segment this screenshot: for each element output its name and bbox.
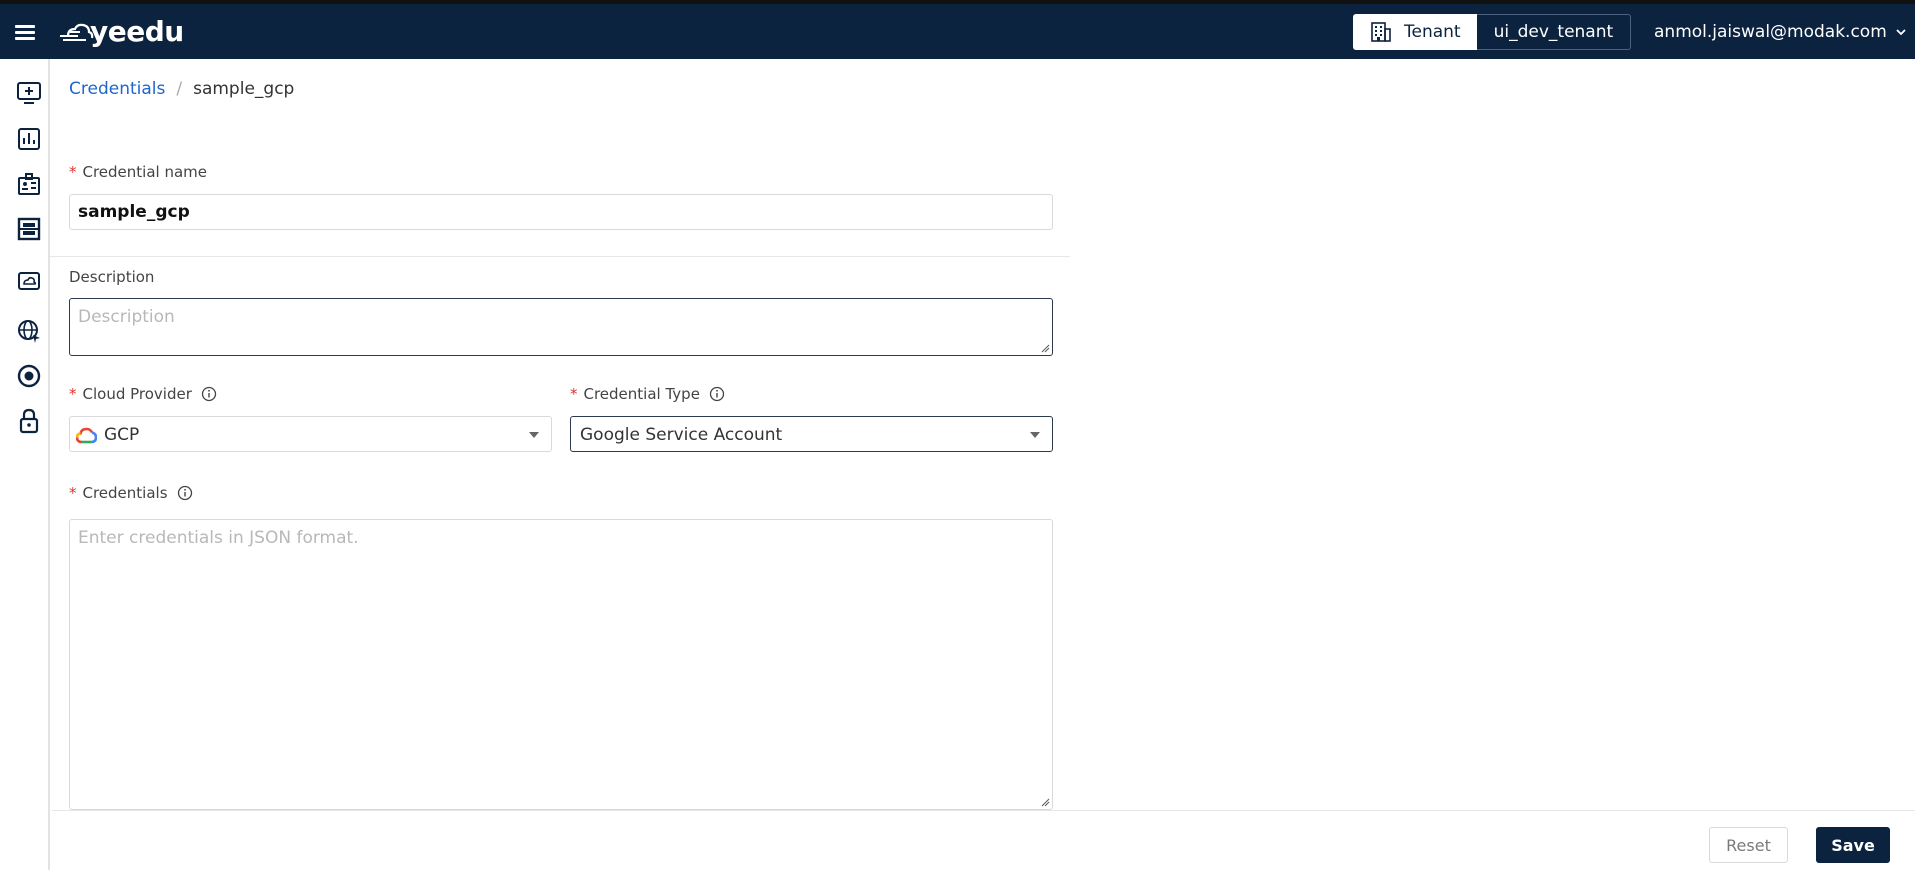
- credential-type-value: Google Service Account: [580, 425, 783, 445]
- credentials-placeholder: Enter credentials in JSON format.: [78, 528, 359, 548]
- network-icon[interactable]: [16, 318, 42, 344]
- reset-button[interactable]: Reset: [1709, 827, 1788, 863]
- breadcrumb: Credentials / sample_gcp: [69, 79, 294, 99]
- credential-type-label-text: Credential Type: [583, 385, 700, 403]
- credential-type-label: * Credential Type: [570, 385, 725, 403]
- dashboard-chart-icon[interactable]: [16, 126, 42, 152]
- cloud-provider-value: GCP: [104, 425, 140, 445]
- target-icon[interactable]: [16, 363, 42, 389]
- clusters-icon[interactable]: [16, 171, 42, 197]
- building-icon: [1371, 22, 1391, 42]
- info-icon[interactable]: [709, 386, 725, 402]
- save-button[interactable]: Save: [1816, 827, 1890, 863]
- cloud-provider-select[interactable]: GCP: [69, 416, 552, 452]
- gcp-logo-icon: [76, 427, 97, 444]
- credentials-label-text: Credentials: [82, 484, 168, 502]
- description-label-text: Description: [69, 268, 155, 286]
- sidebar: [0, 59, 50, 870]
- tenant-label: Tenant: [1404, 22, 1461, 42]
- credential-name-label: * Credential name: [69, 163, 207, 181]
- storage-icon[interactable]: [16, 216, 42, 242]
- caret-down-icon: [529, 432, 539, 438]
- description-placeholder: Description: [78, 307, 175, 327]
- yeedu-logo[interactable]: yeedu: [58, 14, 184, 48]
- resize-handle-icon[interactable]: [1040, 797, 1050, 807]
- credential-type-select[interactable]: Google Service Account: [570, 416, 1053, 452]
- tenant-value[interactable]: ui_dev_tenant: [1476, 14, 1632, 50]
- credentials-textarea[interactable]: Enter credentials in JSON format.: [69, 519, 1053, 810]
- breadcrumb-credentials-link[interactable]: Credentials: [69, 79, 165, 99]
- required-marker: *: [69, 163, 77, 181]
- chevron-down-icon: [1896, 29, 1906, 36]
- description-textarea[interactable]: Description: [69, 298, 1053, 356]
- user-menu[interactable]: anmol.jaiswal@modak.com: [1654, 14, 1907, 50]
- cloud-environment-icon[interactable]: [16, 268, 42, 294]
- user-email: anmol.jaiswal@modak.com: [1654, 22, 1887, 42]
- required-marker: *: [570, 385, 578, 403]
- create-workspace-icon[interactable]: [16, 80, 42, 106]
- menu-icon[interactable]: [14, 20, 38, 44]
- credentials-label: * Credentials: [69, 484, 193, 502]
- main-content: Credentials / sample_gcp * Credential na…: [50, 59, 1915, 870]
- resize-handle-icon[interactable]: [1040, 343, 1050, 353]
- lock-icon[interactable]: [16, 408, 42, 434]
- info-icon[interactable]: [201, 386, 217, 402]
- cloud-provider-label-text: Cloud Provider: [82, 385, 192, 403]
- cloud-provider-label: * Cloud Provider: [69, 385, 217, 403]
- credential-name-value: sample_gcp: [78, 202, 190, 222]
- credential-name-label-text: Credential name: [82, 163, 208, 181]
- credential-name-input[interactable]: sample_gcp: [69, 194, 1053, 230]
- form-footer: Reset Save: [52, 810, 1915, 870]
- top-navigation-bar: yeedu Tenant ui_dev_tenant anmol.jaiswal…: [0, 0, 1915, 59]
- tenant-button[interactable]: Tenant: [1353, 14, 1477, 50]
- logo-text: yeedu: [90, 14, 184, 48]
- required-marker: *: [69, 484, 77, 502]
- breadcrumb-current: sample_gcp: [193, 79, 295, 99]
- caret-down-icon: [1030, 432, 1040, 438]
- required-marker: *: [69, 385, 77, 403]
- tenant-selector[interactable]: Tenant ui_dev_tenant: [1353, 14, 1632, 50]
- breadcrumb-separator: /: [176, 79, 183, 99]
- description-label: Description: [69, 268, 154, 286]
- info-icon[interactable]: [177, 485, 193, 501]
- section-divider: [50, 256, 1070, 257]
- logo-cloud-icon: [60, 23, 94, 41]
